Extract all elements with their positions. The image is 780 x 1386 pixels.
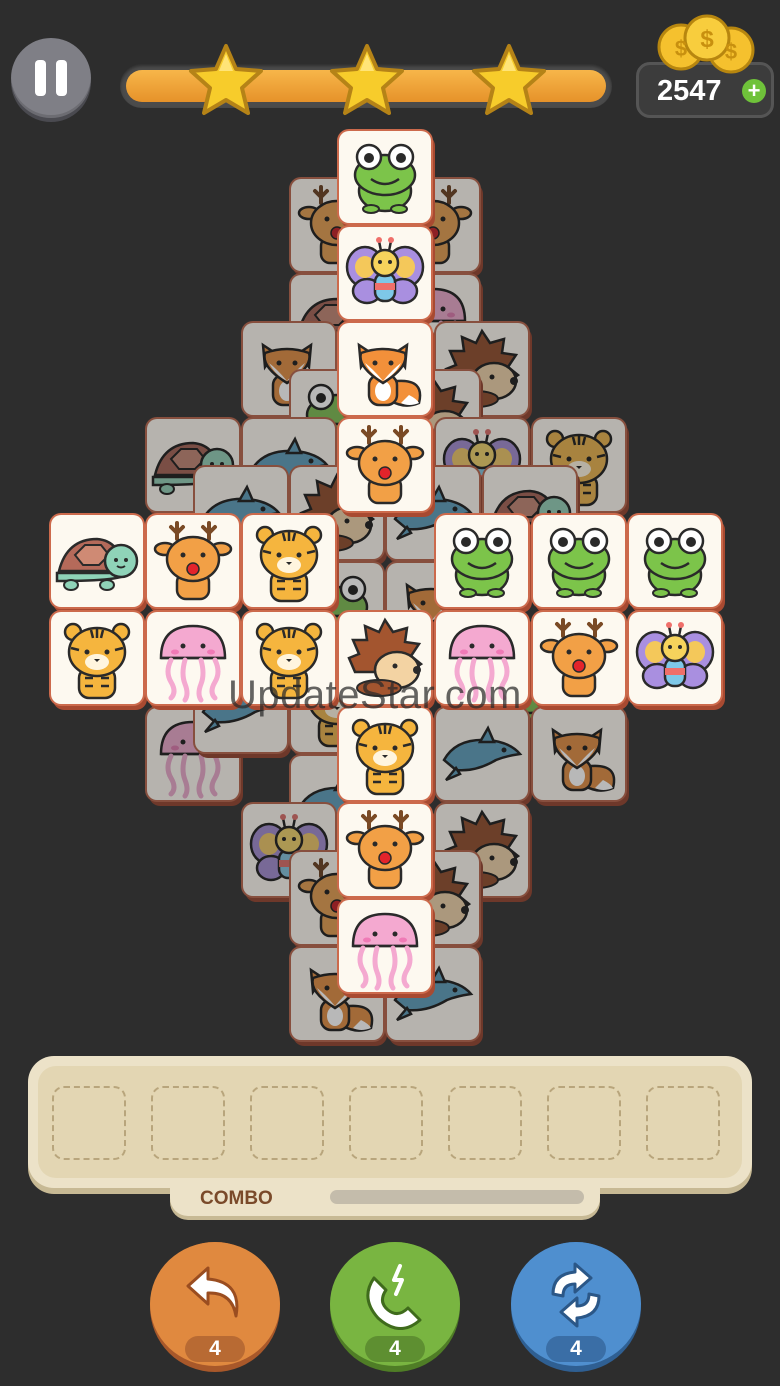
magnet-icon: [366, 1264, 422, 1330]
tile-hedgehog[interactable]: [339, 612, 431, 704]
tile-butterfly[interactable]: [629, 612, 721, 704]
shuffle-button[interactable]: 4: [511, 1242, 641, 1372]
combo-label: COMBO: [200, 1188, 273, 1209]
tiger-icon: [243, 515, 335, 607]
tray-slot: [547, 1086, 621, 1160]
undo-count: 4: [185, 1336, 245, 1362]
frog-icon: [339, 131, 431, 223]
tile-turtle[interactable]: [51, 515, 143, 607]
tile-frog[interactable]: [629, 515, 721, 607]
tile-frog[interactable]: [339, 131, 431, 223]
fox-icon: [533, 708, 625, 800]
jellyfish-icon: [436, 612, 528, 704]
tile-jellyfish[interactable]: [339, 900, 431, 992]
tile-tiger[interactable]: [339, 708, 431, 800]
frog-icon: [533, 515, 625, 607]
shuffle-icon: [551, 1262, 601, 1328]
undo-icon: [186, 1266, 239, 1318]
frog-icon: [436, 515, 528, 607]
tiger-icon: [51, 612, 143, 704]
tile-butterfly[interactable]: [339, 227, 431, 319]
undo-button[interactable]: 4: [150, 1242, 280, 1372]
tray-slot: [646, 1086, 720, 1160]
tray-slot: [349, 1086, 423, 1160]
fox-icon: [339, 323, 431, 415]
combo-bar: COMBO: [170, 1178, 600, 1216]
tile-board: [0, 0, 780, 1060]
deer-icon: [147, 515, 239, 607]
frog-icon: [629, 515, 721, 607]
tile-fox: [533, 708, 625, 800]
shuffle-count: 4: [546, 1336, 606, 1362]
tray-slot: [448, 1086, 522, 1160]
butterfly-icon: [339, 227, 431, 319]
tile-tray: [28, 1056, 752, 1188]
tile-dolphin: [436, 708, 528, 800]
tile-jellyfish[interactable]: [147, 612, 239, 704]
tile-deer[interactable]: [533, 612, 625, 704]
tile-tiger[interactable]: [51, 612, 143, 704]
hedgehog-icon: [339, 612, 431, 704]
butterfly-icon: [629, 612, 721, 704]
deer-icon: [533, 612, 625, 704]
tile-frog[interactable]: [533, 515, 625, 607]
deer-icon: [339, 419, 431, 511]
combo-meter: [330, 1190, 584, 1204]
deer-icon: [339, 804, 431, 896]
tiger-icon: [243, 612, 335, 704]
jellyfish-icon: [147, 612, 239, 704]
tile-deer[interactable]: [339, 419, 431, 511]
tile-jellyfish[interactable]: [436, 612, 528, 704]
tile-tiger[interactable]: [243, 612, 335, 704]
tile-deer[interactable]: [339, 804, 431, 896]
tray-slot: [250, 1086, 324, 1160]
magnet-count: 4: [365, 1336, 425, 1362]
tile-fox[interactable]: [339, 323, 431, 415]
tray-slot: [52, 1086, 126, 1160]
jellyfish-icon: [339, 900, 431, 992]
tray-slot: [151, 1086, 225, 1160]
turtle-icon: [51, 515, 143, 607]
magnet-button[interactable]: 4: [330, 1242, 460, 1372]
tile-frog[interactable]: [436, 515, 528, 607]
tiger-icon: [339, 708, 431, 800]
tile-tiger[interactable]: [243, 515, 335, 607]
tile-deer[interactable]: [147, 515, 239, 607]
dolphin-icon: [436, 708, 528, 800]
